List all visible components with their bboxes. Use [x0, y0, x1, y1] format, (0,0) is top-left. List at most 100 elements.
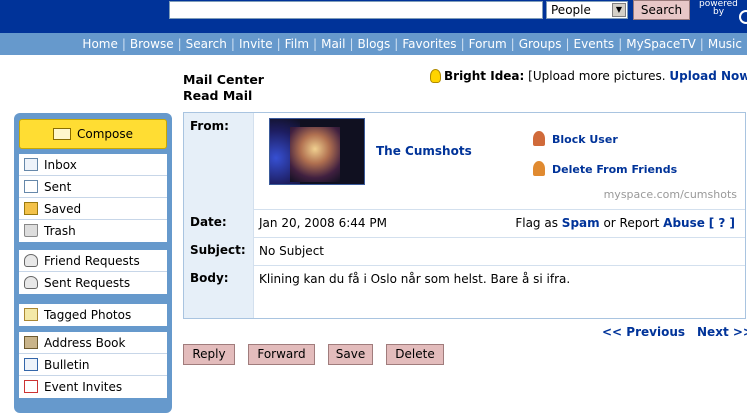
- saved-icon: [24, 202, 38, 215]
- flag-prefix: Flag as: [515, 216, 558, 230]
- message-pager: << Previous Next >>: [602, 325, 747, 339]
- flag-spam-link[interactable]: Spam: [562, 216, 600, 230]
- inbox-icon: [24, 158, 38, 171]
- trash-icon: [24, 224, 38, 237]
- top-search-bar: People ▼ Search powered by: [0, 0, 747, 33]
- date-value: Jan 20, 2008 6:44 PM: [259, 216, 387, 230]
- report-abuse-link[interactable]: Abuse: [663, 216, 705, 230]
- sidebar-item-label: Sent Requests: [44, 276, 131, 290]
- nav-link-browse[interactable]: Browse: [130, 37, 174, 51]
- nav-separator: |: [230, 37, 235, 51]
- bulletin-icon: [24, 358, 38, 371]
- sidebar-item-label: Address Book: [44, 336, 126, 350]
- compose-label: Compose: [76, 127, 133, 141]
- delete-friend-icon: [533, 161, 545, 176]
- lightbulb-icon: [430, 68, 441, 83]
- reply-button[interactable]: Reply: [183, 344, 235, 365]
- sidebar-item-label: Trash: [44, 224, 76, 238]
- nav-separator: |: [565, 37, 570, 51]
- sidebar-item-sent[interactable]: Sent: [19, 176, 167, 198]
- nav-link-music[interactable]: Music: [708, 37, 742, 51]
- sent-requests-icon: [24, 276, 38, 289]
- subject-value: No Subject: [259, 244, 324, 258]
- flag-mid: or Report: [603, 216, 660, 230]
- sidebar-item-friend-requests[interactable]: Friend Requests: [19, 250, 167, 272]
- date-label: Date:: [184, 209, 254, 237]
- sidebar-item-saved[interactable]: Saved: [19, 198, 167, 220]
- subject-row: Subject: No Subject: [184, 237, 745, 266]
- nav-link-home[interactable]: Home: [82, 37, 117, 51]
- sidebar-item-label: Friend Requests: [44, 254, 140, 268]
- sender-name-link[interactable]: The Cumshots: [376, 144, 472, 158]
- sidebar-item-label: Event Invites: [44, 380, 123, 394]
- main-nav: Home | Browse | Search | Invite | Film | Mail | Blog…: [0, 33, 747, 55]
- search-input[interactable]: [169, 1, 543, 19]
- flag-report: Flag as Spam or Report Abuse [ ? ]: [515, 216, 735, 230]
- sidebar-item-label: Saved: [44, 202, 82, 216]
- nav-link-forum[interactable]: Forum: [469, 37, 507, 51]
- nav-link-favorites[interactable]: Favorites: [402, 37, 456, 51]
- tagged-photos-icon: [24, 308, 38, 321]
- save-button[interactable]: Save: [328, 344, 373, 365]
- message-panel: From: The Cumshots Block User Delete Fro…: [183, 112, 746, 319]
- sidebar-item-label: Bulletin: [44, 358, 90, 372]
- previous-link[interactable]: << Previous: [602, 325, 685, 339]
- profile-url: myspace.com/cumshots: [603, 188, 737, 201]
- nav-separator: |: [276, 37, 281, 51]
- upload-now-link[interactable]: Upload Now.: [669, 69, 747, 83]
- bright-idea-label: Bright Idea:: [444, 69, 525, 83]
- search-provider-logo-icon: [739, 10, 747, 24]
- dropdown-arrow-icon[interactable]: ▼: [612, 3, 626, 17]
- sidebar-item-label: Sent: [44, 180, 72, 194]
- mail-sidebar: Compose Inbox Sent Saved Trash Friend Reques…: [14, 113, 172, 413]
- powered-by-text: by: [713, 7, 725, 17]
- help-link[interactable]: [ ? ]: [709, 216, 735, 230]
- sidebar-item-address-book[interactable]: Address Book: [19, 332, 167, 354]
- nav-link-events[interactable]: Events: [574, 37, 615, 51]
- block-user-link[interactable]: Block User: [533, 131, 618, 146]
- sidebar-item-trash[interactable]: Trash: [19, 220, 167, 242]
- body-label: Body:: [184, 265, 254, 318]
- nav-link-blogs[interactable]: Blogs: [358, 37, 391, 51]
- page-heading: Mail Center Read Mail: [183, 72, 264, 104]
- nav-separator: |: [618, 37, 623, 51]
- sidebar-item-event-invites[interactable]: Event Invites: [19, 376, 167, 398]
- friend-requests-icon: [24, 254, 38, 267]
- next-link[interactable]: Next >>: [697, 325, 747, 339]
- from-label: From:: [184, 113, 254, 209]
- sidebar-item-tagged-photos[interactable]: Tagged Photos: [19, 304, 167, 326]
- nav-link-invite[interactable]: Invite: [239, 37, 273, 51]
- nav-links: Home | Browse | Search | Invite | Film | Mail | Blog…: [82, 37, 742, 51]
- search-button[interactable]: Search: [633, 0, 690, 20]
- nav-link-myspacetv[interactable]: MySpaceTV: [626, 37, 696, 51]
- sidebar-item-label: Tagged Photos: [44, 308, 132, 322]
- search-scope-value: People: [551, 3, 591, 17]
- nav-link-search[interactable]: Search: [186, 37, 227, 51]
- nav-separator: |: [460, 37, 465, 51]
- nav-link-mail[interactable]: Mail: [321, 37, 345, 51]
- nav-separator: |: [394, 37, 399, 51]
- sent-icon: [24, 180, 38, 193]
- sidebar-item-inbox[interactable]: Inbox: [19, 154, 167, 176]
- delete-from-friends-link[interactable]: Delete From Friends: [533, 161, 678, 176]
- nav-link-film[interactable]: Film: [285, 37, 309, 51]
- from-row: From: The Cumshots Block User Delete Fro…: [184, 113, 745, 210]
- search-scope-select[interactable]: People ▼: [546, 1, 628, 19]
- address-book-icon: [24, 336, 38, 349]
- nav-separator: |: [349, 37, 354, 51]
- sidebar-item-sent-requests[interactable]: Sent Requests: [19, 272, 167, 294]
- sender-profile-photo[interactable]: [269, 118, 365, 185]
- nav-separator: |: [177, 37, 182, 51]
- forward-button[interactable]: Forward: [248, 344, 315, 365]
- nav-separator: |: [313, 37, 318, 51]
- delete-friend-label: Delete From Friends: [552, 163, 678, 176]
- sidebar-item-bulletin[interactable]: Bulletin: [19, 354, 167, 376]
- delete-button[interactable]: Delete: [386, 344, 444, 365]
- body-value: Klining kan du få i Oslo når som helst. …: [259, 272, 571, 286]
- sidebar-group: Inbox Sent Saved Trash: [19, 154, 167, 242]
- nav-separator: |: [699, 37, 704, 51]
- envelope-icon: [52, 127, 71, 140]
- nav-link-groups[interactable]: Groups: [519, 37, 562, 51]
- compose-button[interactable]: Compose: [19, 119, 167, 149]
- nav-separator: |: [121, 37, 126, 51]
